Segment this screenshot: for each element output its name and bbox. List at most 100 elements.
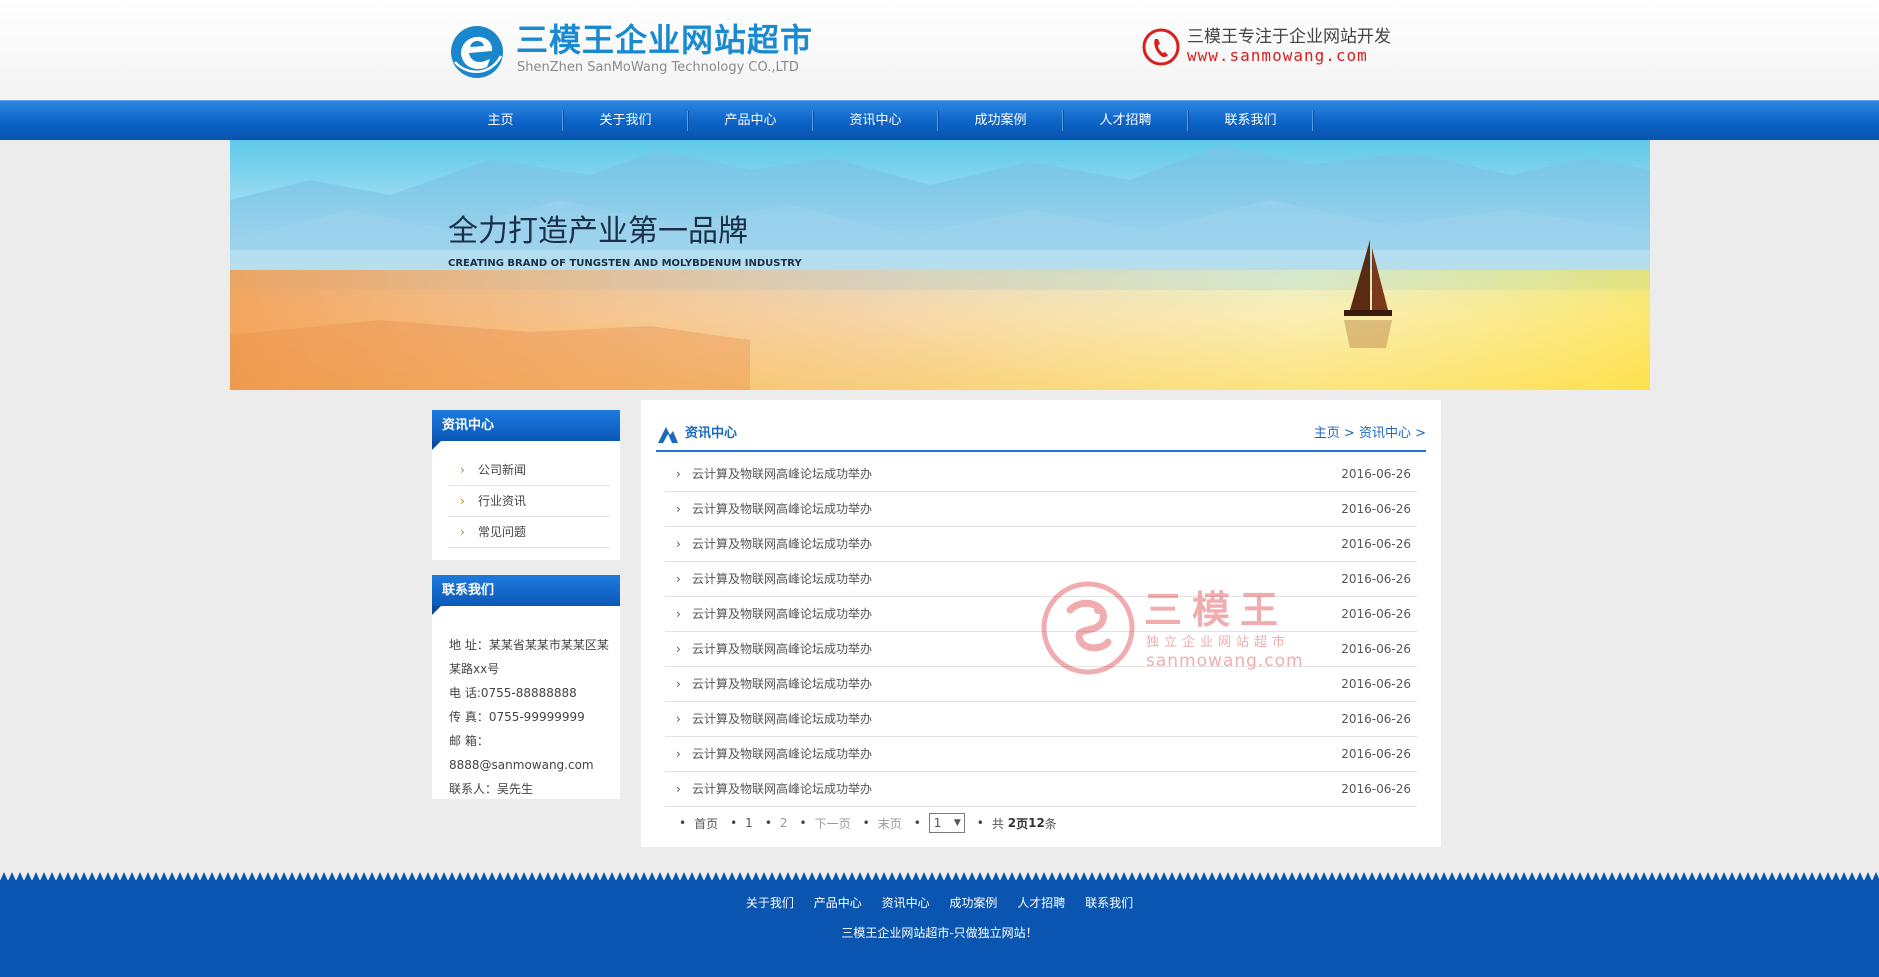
footer-link-products[interactable]: 产品中心	[814, 894, 862, 911]
news-title[interactable]: 云计算及物联网高峰论坛成功举办	[692, 702, 872, 736]
news-list-item[interactable]: › 云计算及物联网高峰论坛成功举办 2016-06-26	[665, 527, 1417, 562]
news-list-item[interactable]: › 云计算及物联网高峰论坛成功举办 2016-06-26	[665, 772, 1417, 807]
news-title[interactable]: 云计算及物联网高峰论坛成功举办	[692, 597, 872, 631]
pager-page-1[interactable]: 1	[730, 816, 753, 830]
logo-title: 三模王企业网站超市	[516, 21, 814, 59]
page-select-value: 1	[933, 816, 942, 830]
news-panel-title: 资讯中心	[685, 426, 738, 441]
pager-total-items: 12	[1028, 816, 1045, 830]
hero-banner: 全力打造产业第一品牌 CREATING BRAND OF TUNGSTEN AN…	[230, 140, 1650, 390]
footer-link-cases[interactable]: 成功案例	[949, 894, 997, 911]
footer-links: 关于我们 产品中心 资讯中心 成功案例 人才招聘 联系我们	[0, 894, 1879, 911]
news-title[interactable]: 云计算及物联网高峰论坛成功举办	[692, 457, 872, 491]
pager-total-pages-suffix: 页	[1016, 816, 1029, 831]
sidebar-contact-box: 联系我们 地 址：某某省某某市某某区某某路xx号 电 话:0755-888888…	[432, 575, 620, 799]
news-title[interactable]: 云计算及物联网高峰论坛成功举办	[692, 527, 872, 561]
chevron-right-icon: ›	[676, 467, 681, 481]
watermark-tagline: 独立企业网站超市	[1146, 635, 1291, 650]
pagination: 首页 1 2 下一页 末页 1 ▼ 共 2页12条	[679, 812, 1069, 834]
chevron-right-icon: ›	[676, 607, 681, 621]
sidebar-item-company-news[interactable]: › 公司新闻	[448, 455, 610, 486]
sidebar-contact-title: 联系我们	[432, 575, 620, 615]
banner-title: 全力打造产业第一品牌	[448, 214, 748, 249]
sidebar-category-title: 资讯中心	[432, 410, 620, 450]
footer-link-news[interactable]: 资讯中心	[882, 894, 930, 911]
sidebar-item-label: 公司新闻	[478, 463, 527, 477]
sidebar-category-list: › 公司新闻 › 行业资讯 › 常见问题	[448, 455, 610, 548]
footer-link-contact[interactable]: 联系我们	[1085, 894, 1133, 911]
site-logo[interactable]: 三模王企业网站超市 ShenZhen SanMoWang Technology …	[449, 20, 812, 82]
page-select[interactable]: 1 ▼	[928, 813, 965, 833]
hotline-block: 三模王专注于企业网站开发 www.sanmowang.com	[1141, 24, 1401, 70]
pager-page-2[interactable]: 2	[765, 816, 788, 830]
news-title[interactable]: 云计算及物联网高峰论坛成功举办	[692, 667, 872, 701]
chevron-right-icon: ›	[676, 782, 681, 796]
nav-item-contact[interactable]: 联系我们	[1188, 101, 1313, 141]
news-date: 2016-06-26	[1341, 607, 1411, 621]
contact-address: 地 址：某某省某某市某某区某某路xx号	[449, 638, 609, 676]
news-date: 2016-06-26	[1341, 712, 1411, 726]
news-date: 2016-06-26	[1341, 782, 1411, 796]
chevron-right-icon: ›	[676, 537, 681, 551]
watermark-brand: 三模王	[1144, 588, 1289, 632]
site-footer: 关于我们 产品中心 资讯中心 成功案例 人才招聘 联系我们 三模王企业网站超市-…	[0, 872, 1879, 977]
breadcrumb-separator: >	[1415, 426, 1426, 441]
footer-link-about[interactable]: 关于我们	[746, 894, 794, 911]
news-date: 2016-06-26	[1341, 537, 1411, 551]
main-nav: 主页 关于我们 产品中心 资讯中心 成功案例 人才招聘 联系我们	[0, 100, 1879, 140]
news-title[interactable]: 云计算及物联网高峰论坛成功举办	[692, 737, 872, 771]
news-list-item[interactable]: › 云计算及物联网高峰论坛成功举办 2016-06-26	[665, 457, 1417, 492]
news-date: 2016-06-26	[1341, 747, 1411, 761]
nav-item-about[interactable]: 关于我们	[563, 101, 688, 141]
phone-icon	[1142, 28, 1180, 66]
sidebar-category-box: 资讯中心 › 公司新闻 › 行业资讯 › 常见问题	[432, 410, 620, 560]
news-list-item[interactable]: › 云计算及物联网高峰论坛成功举办 2016-06-26	[665, 492, 1417, 527]
breadcrumb: 主页 > 资讯中心 >	[1314, 417, 1426, 451]
hotline-url[interactable]: www.sanmowang.com	[1187, 46, 1368, 66]
news-title[interactable]: 云计算及物联网高峰论坛成功举办	[692, 772, 872, 806]
watermark: 三模王 独立企业网站超市 sanmowang.com	[1040, 580, 1320, 680]
news-date: 2016-06-26	[1341, 642, 1411, 656]
contact-email[interactable]: 8888@sanmowang.com	[449, 753, 614, 777]
contact-person: 联系人：吴先生	[449, 782, 534, 796]
watermark-url: sanmowang.com	[1146, 651, 1304, 671]
contact-phone: 电 话:0755-88888888	[449, 686, 577, 700]
news-list-item[interactable]: › 云计算及物联网高峰论坛成功举办 2016-06-26	[665, 702, 1417, 737]
news-panel-header: 资讯中心 主页 > 资讯中心 >	[656, 417, 1426, 452]
breadcrumb-section[interactable]: 资讯中心	[1359, 426, 1411, 441]
news-title[interactable]: 云计算及物联网高峰论坛成功举办	[692, 562, 872, 596]
news-date: 2016-06-26	[1341, 572, 1411, 586]
sidebar-item-industry-news[interactable]: › 行业资讯	[448, 486, 610, 517]
sidebar-item-label: 行业资讯	[478, 494, 527, 508]
sidebar-item-faq[interactable]: › 常见问题	[448, 517, 610, 548]
pager-first[interactable]: 首页	[679, 815, 718, 832]
breadcrumb-home[interactable]: 主页	[1314, 426, 1340, 441]
chevron-right-icon: ›	[676, 502, 681, 516]
contact-info: 地 址：某某省某某市某某区某某路xx号 电 话:0755-88888888 传 …	[449, 633, 614, 801]
nav-item-jobs[interactable]: 人才招聘	[1063, 101, 1188, 141]
news-date: 2016-06-26	[1341, 502, 1411, 516]
logo-subtitle: ShenZhen SanMoWang Technology CO.,LTD	[517, 60, 799, 75]
contact-fax: 传 真：0755-99999999	[449, 710, 585, 724]
chevron-right-icon: ›	[676, 712, 681, 726]
news-date: 2016-06-26	[1341, 467, 1411, 481]
pager-last[interactable]: 末页	[863, 815, 902, 832]
pager-total-prefix: 共	[991, 816, 1004, 831]
nav-item-products[interactable]: 产品中心	[688, 101, 813, 141]
pager-select-wrap: 1 ▼	[914, 813, 965, 833]
chevron-right-icon: ›	[460, 525, 465, 539]
news-list-item[interactable]: › 云计算及物联网高峰论坛成功举办 2016-06-26	[665, 737, 1417, 772]
news-title[interactable]: 云计算及物联网高峰论坛成功举办	[692, 632, 872, 666]
news-title[interactable]: 云计算及物联网高峰论坛成功举办	[692, 492, 872, 526]
chevron-right-icon: ›	[460, 494, 465, 508]
pager-total-items-suffix: 条	[1044, 816, 1057, 831]
nav-item-news[interactable]: 资讯中心	[813, 101, 938, 141]
nav-item-cases[interactable]: 成功案例	[938, 101, 1063, 141]
chevron-right-icon: ›	[460, 463, 465, 477]
pager-next[interactable]: 下一页	[800, 815, 851, 832]
logo-e-icon	[451, 26, 503, 78]
footer-link-jobs[interactable]: 人才招聘	[1017, 894, 1065, 911]
banner-subtitle: CREATING BRAND OF TUNGSTEN AND MOLYBDENU…	[448, 258, 802, 269]
triangle-down-icon: ▼	[953, 818, 961, 828]
nav-item-home[interactable]: 主页	[438, 101, 563, 141]
